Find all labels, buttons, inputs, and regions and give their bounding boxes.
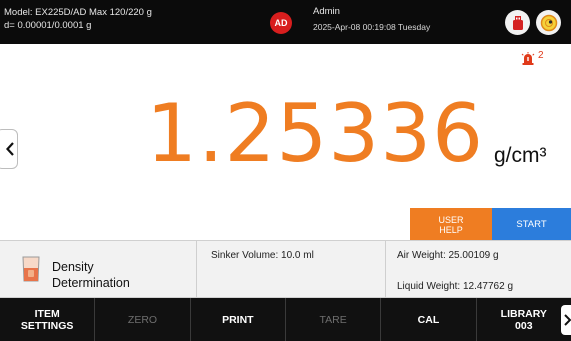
toolbar-next-button[interactable] (561, 305, 571, 335)
user-name: Admin (313, 6, 340, 17)
library-button[interactable]: LIBRARY 003 (477, 298, 571, 341)
application-title: Density Determination (52, 260, 130, 290)
level-button[interactable] (536, 10, 561, 35)
density-beaker-icon (22, 256, 40, 282)
weighing-display: 2 1.25336 g/cm³ USER HELP START (0, 44, 571, 241)
side-panel-toggle[interactable] (0, 129, 18, 169)
readability-label: d= 0.00001/0.0001 g (4, 20, 92, 31)
model-label: Model: EX225D/AD Max 120/220 g (4, 7, 152, 18)
application-selector[interactable]: Density Determination (0, 241, 197, 299)
divider (385, 241, 386, 299)
liquid-weight: Liquid Weight: 12.47762 g (397, 281, 514, 292)
chevron-left-icon (6, 142, 14, 156)
balance-info: Model: EX225D/AD Max 120/220 g d= 0.0000… (4, 6, 152, 32)
user-help-button[interactable]: USER HELP (410, 208, 492, 241)
level-indicator-icon (540, 14, 557, 31)
status-bar: Model: EX225D/AD Max 120/220 g d= 0.0000… (0, 0, 571, 44)
function-toolbar: ITEM SETTINGS ZERO PRINT TARE CAL LIBRAR… (0, 298, 571, 341)
info-panel: Density Determination Sinker Volume: 10.… (0, 240, 571, 299)
item-settings-label: ITEM SETTINGS (20, 307, 74, 332)
print-button[interactable]: PRINT (191, 298, 286, 341)
cal-button[interactable]: CAL (381, 298, 477, 341)
chevron-right-icon (563, 314, 571, 326)
library-label: LIBRARY 003 (500, 307, 547, 332)
alarm-light-icon (521, 52, 535, 65)
alarm-indicator[interactable]: 2 (521, 50, 544, 65)
item-settings-button[interactable]: ITEM SETTINGS (0, 298, 96, 341)
datetime-label: 2025-Apr-08 00:19:08 Tuesday (313, 22, 431, 32)
tare-button[interactable]: TARE (286, 298, 382, 341)
alarm-count: 2 (538, 50, 544, 61)
user-help-label: USER HELP (438, 214, 464, 235)
sinker-volume: Sinker Volume: 10.0 ml (211, 250, 314, 261)
start-button[interactable]: START (492, 208, 571, 241)
air-weight: Air Weight: 25.00109 g (397, 250, 499, 261)
usb-drive-icon (512, 15, 523, 30)
usb-button[interactable] (505, 10, 530, 35)
unit-label[interactable]: g/cm³ (494, 144, 547, 168)
zero-button[interactable]: ZERO (95, 298, 191, 341)
user-avatar[interactable]: AD (270, 12, 292, 34)
weight-reading: 1.25336 (146, 87, 484, 180)
